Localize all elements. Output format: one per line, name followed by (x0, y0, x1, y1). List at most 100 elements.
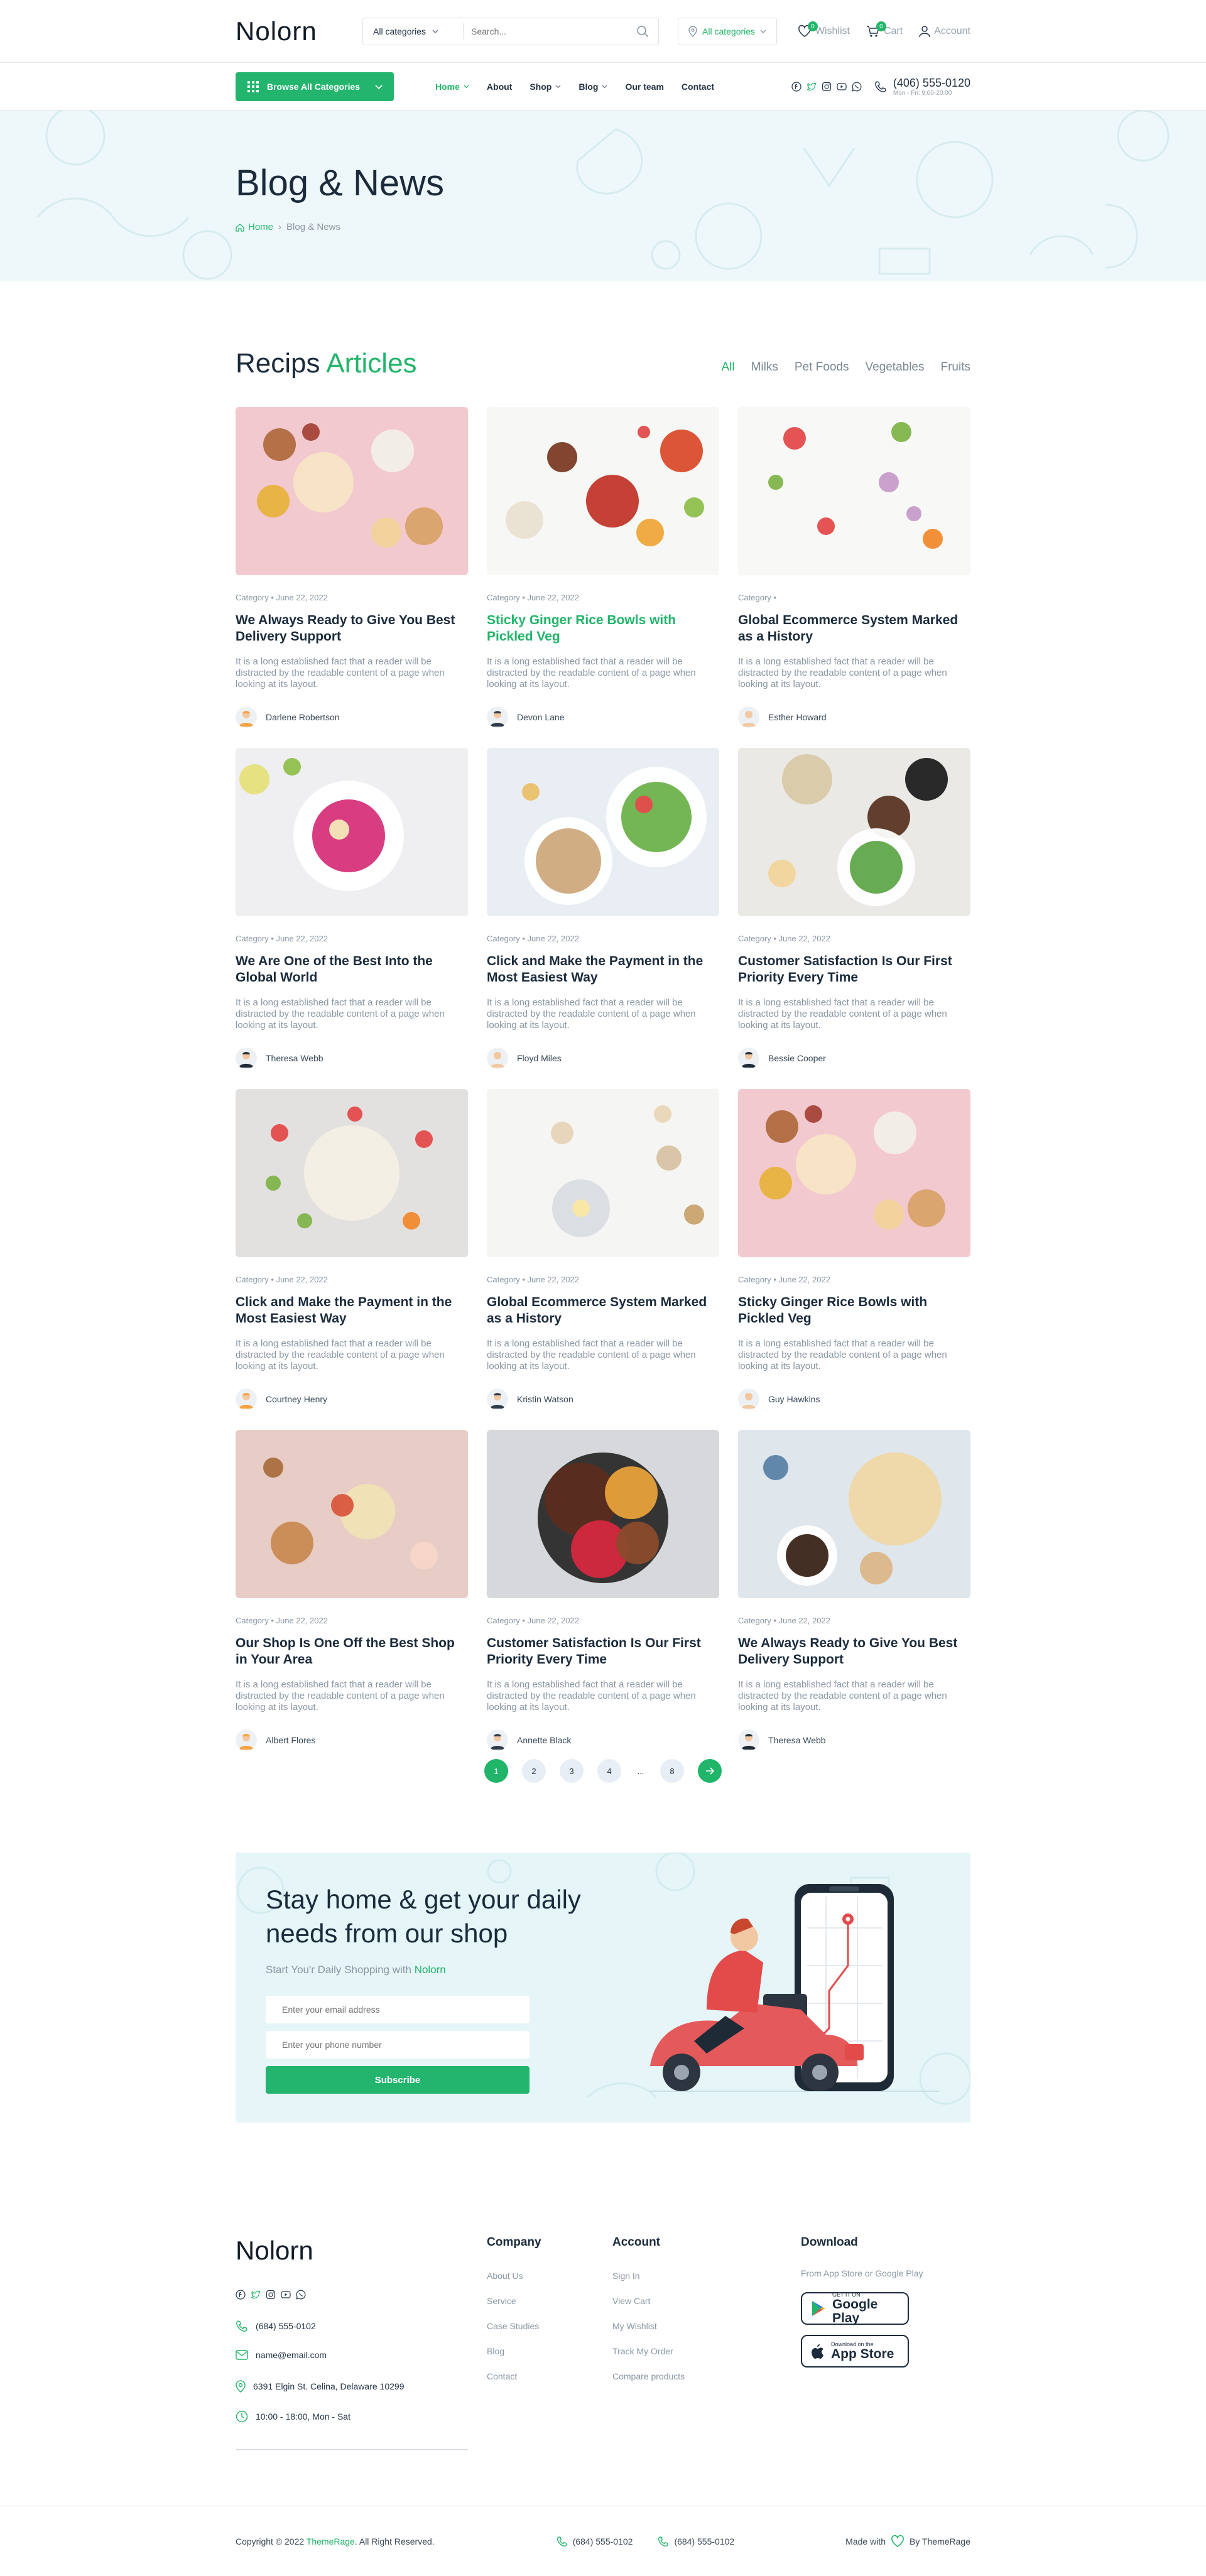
nav-item-home[interactable]: Home (435, 82, 469, 92)
account-link[interactable]: Account (919, 25, 970, 38)
instagram-icon[interactable] (266, 2290, 276, 2300)
header-phone-number[interactable]: (406) 555-0120 (893, 77, 970, 90)
footer-link-service[interactable]: Service (487, 2296, 541, 2306)
footer-link-contact[interactable]: Contact (487, 2371, 541, 2381)
breadcrumb-home[interactable]: Home (236, 222, 273, 232)
article-title[interactable]: Sticky Ginger Rice Bowls with Pickled Ve… (738, 1294, 970, 1327)
author-name[interactable]: Esther Howard (768, 712, 827, 722)
article-card[interactable]: Category • June 22, 2022 Customer Satisfa… (487, 1430, 719, 1771)
footer-phone-2[interactable]: (684) 555-0102 (658, 2536, 734, 2547)
whatsapp-icon[interactable] (296, 2290, 306, 2300)
subscribe-button[interactable]: Subscribe (266, 2066, 530, 2094)
article-title[interactable]: We Always Ready to Give You Best Deliver… (236, 612, 468, 645)
nav-item-contact[interactable]: Contact (682, 82, 714, 92)
youtube-icon[interactable] (837, 82, 847, 92)
nav-item-about[interactable]: About (487, 82, 512, 92)
footer-phone-1[interactable]: (684) 555-0102 (557, 2536, 633, 2547)
nav-item-blog[interactable]: Blog (579, 82, 607, 92)
article-card[interactable]: Category • June 22, 2022 We Always Ready … (236, 407, 468, 748)
nav-item-shop[interactable]: Shop (530, 82, 561, 92)
article-card[interactable]: Category • June 22, 2022 Click and Make t… (236, 1089, 468, 1430)
twitter-icon[interactable] (251, 2290, 261, 2300)
footer-link-my-wishlist[interactable]: My Wishlist (612, 2321, 685, 2331)
article-title[interactable]: Customer Satisfaction Is Our First Prior… (487, 1635, 719, 1668)
nav-item-our-team[interactable]: Our team (625, 82, 663, 92)
article-title[interactable]: Our Shop Is One Off the Best Shop in You… (236, 1635, 468, 1668)
author-name[interactable]: Bessie Cooper (768, 1053, 826, 1063)
search-icon[interactable] (627, 25, 658, 38)
article-card[interactable]: Category • June 22, 2022 Global Ecommerce… (487, 1089, 719, 1430)
filter-pet-foods[interactable]: Pet Foods (795, 360, 849, 374)
author-name[interactable]: Guy Hawkins (768, 1394, 820, 1404)
youtube-icon[interactable] (281, 2290, 291, 2300)
page-button-8[interactable]: 8 (660, 1759, 684, 1783)
article-title[interactable]: We Are One of the Best Into the Global W… (236, 953, 468, 986)
article-image[interactable] (487, 407, 719, 575)
author-name[interactable]: Annette Black (517, 1735, 571, 1745)
cart-link[interactable]: 0 Cart (866, 21, 903, 38)
footer-logo[interactable]: Nolorn (236, 2236, 313, 2266)
footer-email-text[interactable]: name@email.com (256, 2350, 327, 2360)
footer-link-compare-products[interactable]: Compare products (612, 2371, 685, 2381)
page-button-3[interactable]: 3 (560, 1759, 584, 1783)
footer-link-about-us[interactable]: About Us (487, 2271, 541, 2281)
author-name[interactable]: Darlene Robertson (266, 712, 340, 722)
app-store-button[interactable]: Download on the App Store (801, 2335, 909, 2368)
article-title[interactable]: We Always Ready to Give You Best Deliver… (738, 1635, 970, 1668)
article-card[interactable]: Category • June 22, 2022 Customer Satisfa… (738, 748, 970, 1089)
article-title[interactable]: Global Ecommerce System Marked as a Hist… (738, 612, 970, 645)
filter-milks[interactable]: Milks (751, 360, 778, 374)
newsletter-phone-input[interactable] (266, 2031, 530, 2059)
footer-link-case-studies[interactable]: Case Studies (487, 2321, 541, 2331)
facebook-icon[interactable] (236, 2290, 246, 2300)
search-category-select[interactable]: All categories (363, 23, 464, 40)
filter-all[interactable]: All (721, 360, 734, 374)
article-title[interactable]: Click and Make the Payment in the Most E… (487, 953, 719, 986)
filter-vegetables[interactable]: Vegetables (865, 360, 924, 374)
article-card[interactable]: Category • June 22, 2022 Our Shop Is One … (236, 1430, 468, 1771)
footer-phone-text[interactable]: (684) 555-0102 (256, 2321, 316, 2331)
author-name[interactable]: Albert Flores (266, 1735, 315, 1745)
article-image[interactable] (738, 748, 970, 916)
next-page-button[interactable] (698, 1759, 722, 1783)
whatsapp-icon[interactable] (852, 82, 862, 92)
footer-link-blog[interactable]: Blog (487, 2346, 541, 2356)
author-name[interactable]: Kristin Watson (517, 1394, 573, 1404)
article-image[interactable] (236, 407, 468, 575)
author-name[interactable]: Theresa Webb (768, 1735, 826, 1745)
copyright-brand-link[interactable]: ThemeRage (307, 2536, 355, 2546)
article-card[interactable]: Category • Global Ecommerce System Marked… (738, 407, 970, 748)
page-button-2[interactable]: 2 (522, 1759, 546, 1783)
article-title[interactable]: Customer Satisfaction Is Our First Prior… (738, 953, 970, 986)
article-image[interactable] (487, 1430, 719, 1598)
search-input[interactable] (464, 19, 627, 44)
made-with-b[interactable]: By ThemeRage (910, 2536, 970, 2546)
author-name[interactable]: Courtney Henry (266, 1394, 327, 1404)
brand-logo[interactable]: Nolorn (236, 16, 359, 46)
article-title[interactable]: Click and Make the Payment in the Most E… (236, 1294, 468, 1327)
author-name[interactable]: Theresa Webb (266, 1053, 323, 1063)
instagram-icon[interactable] (822, 82, 832, 92)
article-image[interactable] (487, 748, 719, 916)
footer-link-track-my-order[interactable]: Track My Order (612, 2346, 685, 2356)
article-card[interactable]: Category • June 22, 2022 We Always Ready … (738, 1430, 970, 1771)
page-button-4[interactable]: 4 (597, 1759, 621, 1783)
browse-categories-button[interactable]: Browse All Categories (236, 72, 394, 101)
location-select[interactable]: All categories (678, 18, 778, 45)
article-image[interactable] (738, 407, 970, 575)
article-image[interactable] (236, 1430, 468, 1598)
article-card[interactable]: Category • June 22, 2022 Sticky Ginger Ri… (487, 407, 719, 748)
wishlist-link[interactable]: 0 Wishlist (798, 21, 850, 38)
article-title[interactable]: Global Ecommerce System Marked as a Hist… (487, 1294, 719, 1327)
article-card[interactable]: Category • June 22, 2022 Click and Make t… (487, 748, 719, 1089)
article-title[interactable]: Sticky Ginger Rice Bowls with Pickled Ve… (487, 612, 719, 645)
article-image[interactable] (236, 748, 468, 916)
article-card[interactable]: Category • June 22, 2022 Sticky Ginger Ri… (738, 1089, 970, 1430)
footer-link-view-cart[interactable]: View Cart (612, 2296, 685, 2306)
article-card[interactable]: Category • June 22, 2022 We Are One of th… (236, 748, 468, 1089)
article-image[interactable] (487, 1089, 719, 1257)
twitter-icon[interactable] (807, 82, 817, 92)
article-image[interactable] (236, 1089, 468, 1257)
page-button-1[interactable]: 1 (484, 1759, 508, 1783)
author-name[interactable]: Floyd Miles (517, 1053, 562, 1063)
